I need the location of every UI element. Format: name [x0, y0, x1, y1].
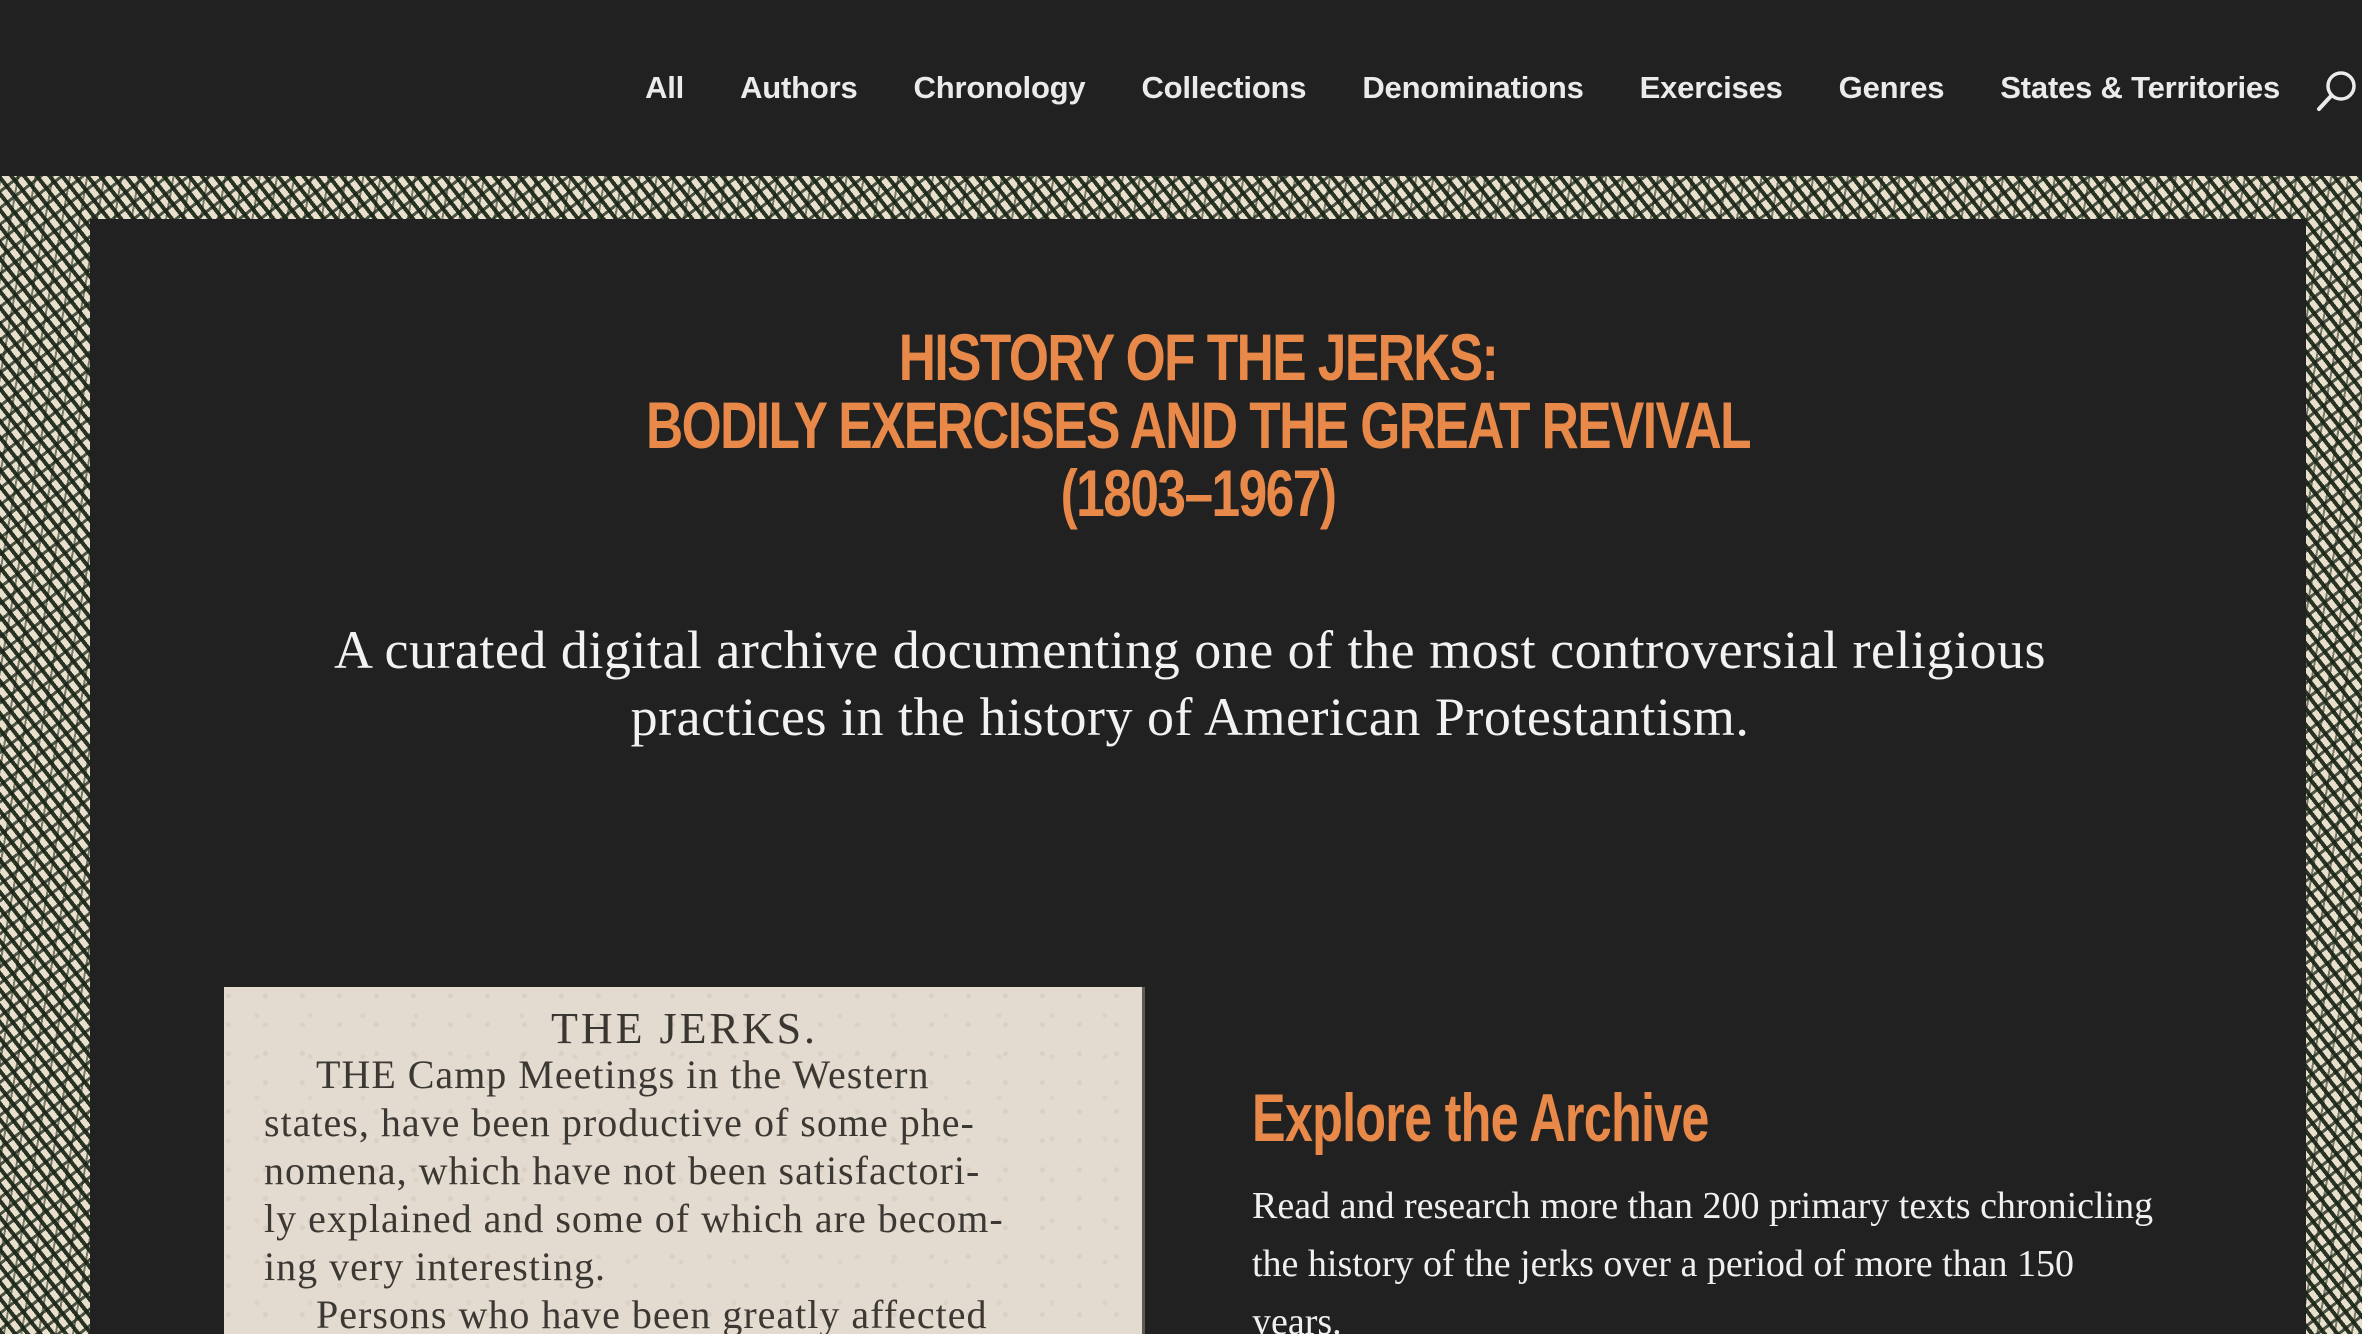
nav-item-chronology[interactable]: Chronology: [914, 70, 1086, 106]
nav-item-exercises[interactable]: Exercises: [1640, 70, 1783, 106]
explore-heading[interactable]: Explore the Archive: [1252, 1079, 1709, 1157]
page-title-line-1: HISTORY OF THE JERKS:: [898, 320, 1499, 394]
site-header: All Authors Chronology Collections Denom…: [0, 0, 2362, 176]
clipping-line: Persons who have been greatly affected: [316, 1292, 988, 1334]
clipping-line: states, have been productive of some phe…: [264, 1100, 975, 1145]
nav-item-states-territories[interactable]: States & Territories: [2000, 70, 2280, 106]
nav-item-genres[interactable]: Genres: [1839, 70, 1945, 106]
main-nav: All Authors Chronology Collections Denom…: [645, 0, 2280, 176]
clipping-line: ly explained and some of which are becom…: [264, 1196, 1004, 1241]
nav-item-collections[interactable]: Collections: [1141, 70, 1306, 106]
page-subtitle: A curated digital archive documenting on…: [333, 620, 2047, 747]
hero-panel: HISTORY OF THE JERKS: BODILY EXERCISES A…: [90, 219, 2306, 1334]
search-icon[interactable]: [2314, 66, 2362, 114]
newspaper-clipping-image: THE JERKS. THE Camp Meetings in the West…: [224, 987, 1145, 1334]
clipping-line: ing very interesting.: [264, 1244, 607, 1289]
page-title-line-3: (1803–1967): [1060, 456, 1337, 530]
nav-item-authors[interactable]: Authors: [740, 70, 858, 106]
clipping-heading: THE JERKS.: [550, 1004, 819, 1053]
nav-item-all[interactable]: All: [645, 70, 684, 106]
explore-description: Read and research more than 200 primary …: [1252, 1185, 2154, 1334]
page-title-line-2: BODILY EXERCISES AND THE GREAT REVIVAL: [646, 388, 1752, 462]
page-title: HISTORY OF THE JERKS: BODILY EXERCISES A…: [334, 323, 2062, 527]
clipping-line: THE Camp Meetings in the Western: [316, 1052, 930, 1097]
clipping-line: nomena, which have not been satisfactori…: [264, 1148, 981, 1193]
nav-item-denominations[interactable]: Denominations: [1362, 70, 1584, 106]
